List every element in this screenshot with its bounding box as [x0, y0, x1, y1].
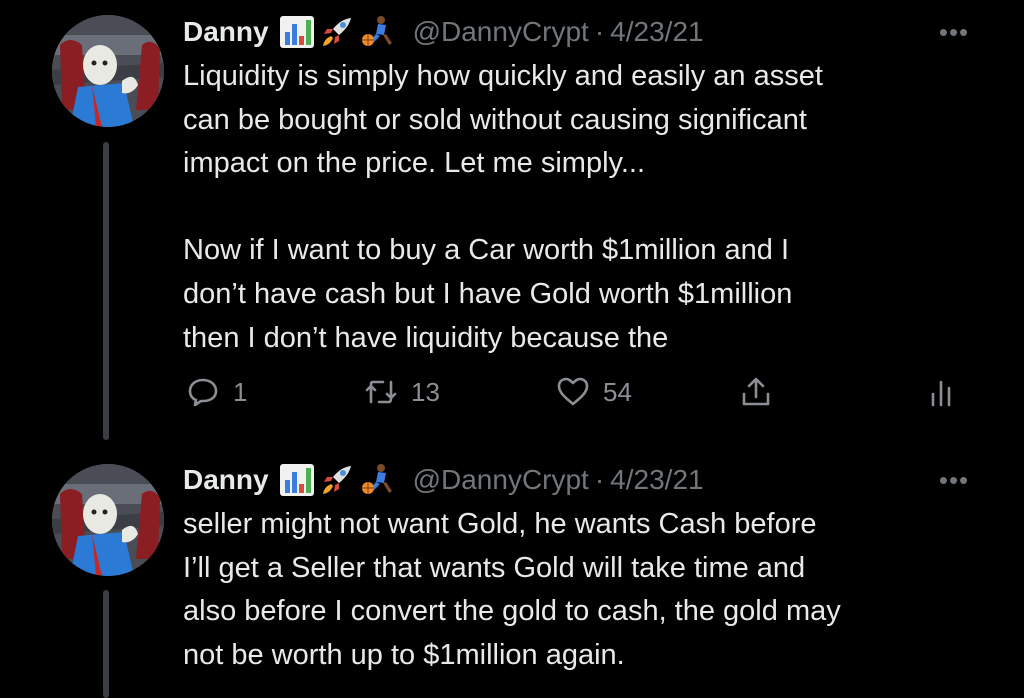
tweet-actions: 1 13 54	[183, 372, 973, 412]
avatar[interactable]	[52, 464, 164, 576]
rocket-emoji	[322, 18, 351, 46]
separator-dot: ·	[594, 464, 605, 495]
share-icon	[742, 377, 770, 406]
tweet-header: Danny @DannyCrypt · 4/23/21	[183, 460, 704, 500]
reply-count: 1	[233, 376, 248, 407]
tweet-text-line: Now if I want to buy a Car worth $1milli…	[183, 234, 790, 267]
bar-chart-emoji	[279, 464, 314, 496]
author-handle[interactable]: @DannyCrypt	[413, 16, 589, 48]
analytics-button[interactable]	[925, 372, 961, 412]
tweet[interactable]: Danny @DannyCrypt · 4/23/21 ••• Liquidit…	[0, 0, 1024, 440]
thread-line	[103, 590, 109, 698]
like-button[interactable]: 54	[555, 372, 632, 412]
tweet-text-line: can be bought or sold without causing si…	[183, 103, 807, 136]
tweet-header: Danny @DannyCrypt · 4/23/21	[183, 12, 704, 52]
heart-icon	[557, 377, 589, 406]
tweet-text-line: impact on the price. Let me simply...	[183, 147, 646, 180]
thread-line	[103, 142, 109, 440]
author-handle[interactable]: @DannyCrypt	[413, 464, 589, 496]
retweet-button[interactable]: 13	[363, 372, 440, 412]
tweet-text: seller might not want Gold, he wants Cas…	[183, 503, 1003, 677]
reply-icon	[188, 378, 218, 407]
author-name[interactable]: Danny	[183, 464, 269, 496]
tweet[interactable]: Danny @DannyCrypt · 4/23/21 ••• seller m…	[0, 448, 1024, 698]
more-options-icon[interactable]: •••	[934, 465, 974, 495]
tweet-text: Liquidity is simply how quickly and easi…	[183, 55, 1003, 360]
tweet-text-line: also before I convert the gold to cash, …	[183, 595, 841, 628]
basketball-player-emoji	[361, 464, 392, 494]
tweet-text-line: then I don’t have liquidity because the	[183, 321, 669, 354]
tweet-text-blank-line	[183, 186, 1003, 230]
retweet-count: 13	[411, 376, 440, 407]
tweet-date[interactable]: 4/23/21	[610, 16, 703, 48]
avatar-image	[52, 464, 164, 576]
tweet-text-line: not be worth up to $1million again.	[183, 638, 625, 671]
avatar[interactable]	[52, 15, 164, 127]
tweet-text-line: don’t have cash but I have Gold worth $1…	[183, 277, 793, 310]
rocket-emoji	[322, 466, 351, 494]
retweet-icon	[365, 380, 397, 404]
tweet-text-line: I’ll get a Seller that wants Gold will t…	[183, 551, 806, 584]
basketball-player-emoji	[361, 16, 392, 46]
tweet-text-line: seller might not want Gold, he wants Cas…	[183, 508, 817, 540]
author-name[interactable]: Danny	[183, 16, 269, 48]
share-button[interactable]	[738, 372, 774, 412]
bar-chart-emoji	[279, 16, 314, 48]
avatar-image	[52, 15, 164, 127]
tweet-text-line: Liquidity is simply how quickly and easi…	[183, 60, 823, 92]
tweet-date[interactable]: 4/23/21	[610, 464, 703, 496]
separator-dot: ·	[594, 16, 605, 47]
like-count: 54	[603, 376, 632, 407]
more-options-icon[interactable]: •••	[934, 17, 974, 47]
reply-button[interactable]: 1	[185, 372, 247, 412]
analytics-icon	[931, 380, 951, 407]
